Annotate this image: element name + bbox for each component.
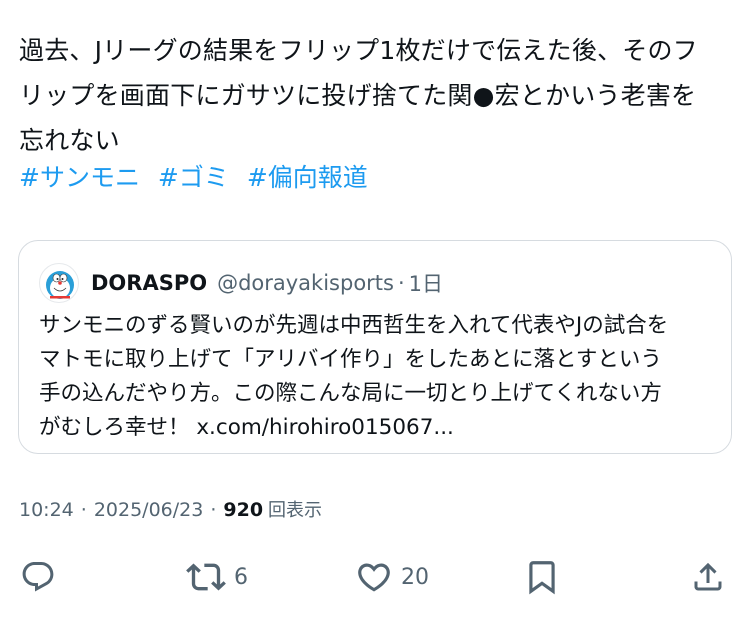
share-icon — [694, 562, 722, 591]
quote-header: DORASPO @dorayakisports · 1日 — [39, 263, 443, 303]
quote-tweet-card[interactable]: DORASPO @dorayakisports · 1日 サンモニのずる賢いのが… — [18, 240, 732, 454]
quote-timestamp[interactable]: 1日 — [409, 268, 443, 298]
reply-icon — [22, 562, 54, 592]
hashtag-link[interactable]: #サンモニ — [19, 163, 140, 192]
hashtag-list: #サンモニ #ゴミ #偏向報道 — [19, 155, 378, 200]
tweet-text: 過去、Jリーグの結果をフリップ1枚だけで伝えた後、そのフ リップを画面下にガサツ… — [19, 28, 731, 163]
tweet-date[interactable]: 2025/06/23 — [94, 499, 204, 521]
hashtag-link[interactable]: #偏向報道 — [247, 163, 368, 192]
quote-author-name[interactable]: DORASPO — [91, 271, 207, 295]
like-count: 20 — [401, 564, 429, 590]
heart-icon — [358, 563, 390, 592]
separator-dot: · — [397, 271, 405, 295]
retweet-icon — [186, 563, 226, 591]
views-count: 920 — [223, 499, 264, 521]
quote-body-line: がむしろ幸せ！ x.com/hirohiro015067... — [39, 415, 454, 440]
retweet-button[interactable]: 6 — [186, 552, 248, 602]
tweet-time[interactable]: 10:24 — [19, 499, 74, 521]
retweet-count: 6 — [234, 564, 248, 590]
quote-body-line: 手の込んだやり方。この際こんな局に一切とり上げてくれない方 — [39, 381, 662, 406]
bookmark-button[interactable] — [523, 552, 561, 602]
reply-button[interactable] — [20, 552, 56, 602]
quote-body-line: サンモニのずる賢いのが先週は中西哲生を入れて代表やJの試合を — [39, 313, 669, 338]
quote-body-line: マトモに取り上げて「アリバイ作り」をしたあとに落とすという — [39, 347, 662, 372]
separator-dot: · — [210, 499, 217, 521]
quote-body: サンモニのずる賢いのが先週は中西哲生を入れて代表やJの試合を マトモに取り上げて… — [39, 309, 719, 445]
tweet-text-line: リップを画面下にガサツに投げ捨てた関●宏とかいう老害を — [19, 81, 697, 110]
hashtag-link[interactable]: #ゴミ — [158, 163, 229, 192]
views-label: 回表示 — [268, 500, 323, 521]
separator-dot: · — [80, 499, 87, 521]
tweet-text-line: 過去、Jリーグの結果をフリップ1枚だけで伝えた後、そのフ — [19, 36, 698, 65]
bookmark-icon — [529, 561, 555, 595]
quote-author-handle[interactable]: @dorayakisports — [217, 271, 394, 295]
share-button[interactable] — [690, 552, 726, 602]
like-button[interactable]: 20 — [355, 552, 429, 602]
action-bar: 6 20 — [0, 552, 750, 602]
doraemon-avatar-icon[interactable] — [39, 263, 79, 303]
tweet-meta: 10:24 · 2025/06/23 · 920 回表示 — [19, 496, 322, 522]
